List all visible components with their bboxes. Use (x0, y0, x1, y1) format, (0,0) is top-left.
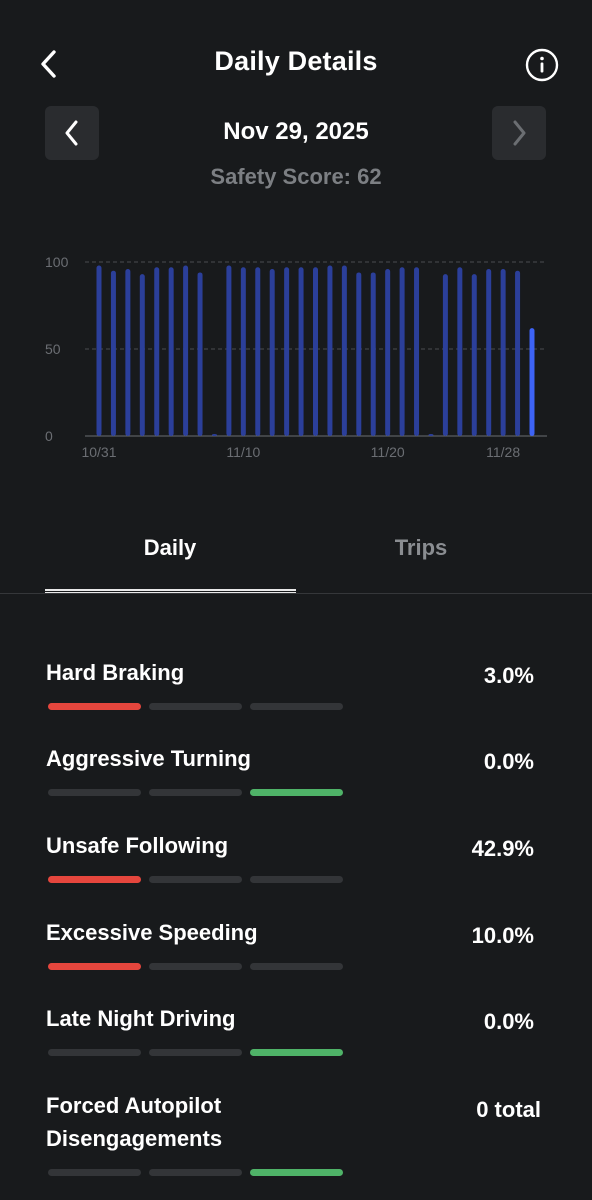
severity-segment (250, 876, 343, 883)
day-bar (298, 267, 304, 436)
day-bar (240, 267, 246, 436)
severity-bar (48, 963, 343, 970)
day-bar (327, 265, 333, 436)
metric-label: Hard Braking (46, 660, 185, 685)
tab-trips[interactable]: Trips (296, 535, 546, 561)
metric-value: 10.0% (471, 923, 534, 948)
severity-segment (250, 789, 343, 796)
day-bar (457, 267, 463, 436)
x-tick-label: 10/31 (81, 444, 116, 460)
day-bar (341, 265, 347, 436)
day-bar (183, 265, 189, 436)
day-bar (414, 267, 420, 436)
severity-segment (149, 1169, 242, 1176)
severity-segment (149, 1049, 242, 1056)
severity-segment (149, 703, 242, 710)
day-bar (442, 274, 448, 436)
severity-segment (149, 876, 242, 883)
severity-segment (48, 703, 141, 710)
metric-label: Excessive Speeding (46, 920, 258, 945)
day-bar (168, 267, 174, 436)
severity-segment (149, 963, 242, 970)
day-bar (255, 267, 261, 436)
day-bar (370, 272, 376, 436)
info-button[interactable] (525, 48, 559, 82)
metric-value: 0.0% (483, 1009, 534, 1034)
day-bar (125, 268, 131, 436)
y-tick-label: 50 (45, 341, 61, 357)
y-tick-label: 0 (45, 428, 53, 444)
day-bar (356, 272, 362, 436)
metric-label: Aggressive Turning (46, 746, 251, 771)
day-bar (154, 267, 160, 436)
metric-label: Unsafe Following (46, 833, 229, 858)
safety-score-chart[interactable]: 100 50 0 10/31 11/10 11/20 11/28 (0, 240, 592, 470)
day-bar (139, 274, 145, 436)
y-tick-label: 100 (45, 254, 69, 270)
day-bar (500, 268, 506, 436)
severity-segment (48, 876, 141, 883)
day-bar (197, 272, 203, 436)
chevron-right-icon (513, 120, 526, 146)
day-bar (110, 270, 116, 436)
severity-segment (250, 1169, 343, 1176)
severity-segment (48, 1169, 141, 1176)
metric-value: 0.0% (483, 749, 534, 774)
day-bar (269, 268, 275, 436)
info-circle-icon (525, 48, 559, 82)
day-bar (226, 265, 232, 436)
severity-bar (48, 1169, 343, 1176)
metric-value: 0 total (476, 1097, 541, 1122)
severity-bar (48, 789, 343, 796)
x-tick-label: 11/10 (226, 444, 260, 460)
metric-value: 42.9% (471, 836, 534, 861)
metric-value: 3.0% (483, 663, 534, 688)
severity-segment (48, 789, 141, 796)
x-tick-label: 11/20 (371, 444, 405, 460)
day-bar (96, 265, 102, 436)
x-tick-label: 11/28 (486, 444, 520, 460)
severity-bar (48, 876, 343, 883)
tab-daily[interactable]: Daily (45, 535, 295, 561)
day-bar (284, 267, 290, 436)
severity-bar (48, 703, 343, 710)
severity-segment (250, 703, 343, 710)
page-title: Daily Details (214, 46, 378, 76)
severity-segment (48, 963, 141, 970)
severity-segment (149, 789, 242, 796)
severity-bar (48, 1049, 343, 1056)
day-bar (471, 274, 477, 436)
metric-label: Forced Autopilot Disengagements (46, 1093, 223, 1151)
day-bar (515, 270, 521, 436)
severity-segment (250, 1049, 343, 1056)
tab-divider (0, 593, 592, 594)
day-bar (486, 268, 492, 436)
day-bar (211, 434, 217, 436)
safety-score: Safety Score: 62 (210, 164, 382, 189)
selected-day-bar (529, 328, 535, 436)
day-bar (385, 268, 391, 436)
severity-segment (250, 963, 343, 970)
metric-label: Late Night Driving (46, 1006, 236, 1031)
daily-details-screen: Daily Details Nov 29, 2025 Safety Score:… (0, 0, 592, 1200)
day-bar (428, 434, 434, 436)
day-bar (313, 267, 318, 436)
day-bar (399, 267, 405, 436)
next-day-button[interactable] (492, 106, 546, 160)
severity-segment (48, 1049, 141, 1056)
